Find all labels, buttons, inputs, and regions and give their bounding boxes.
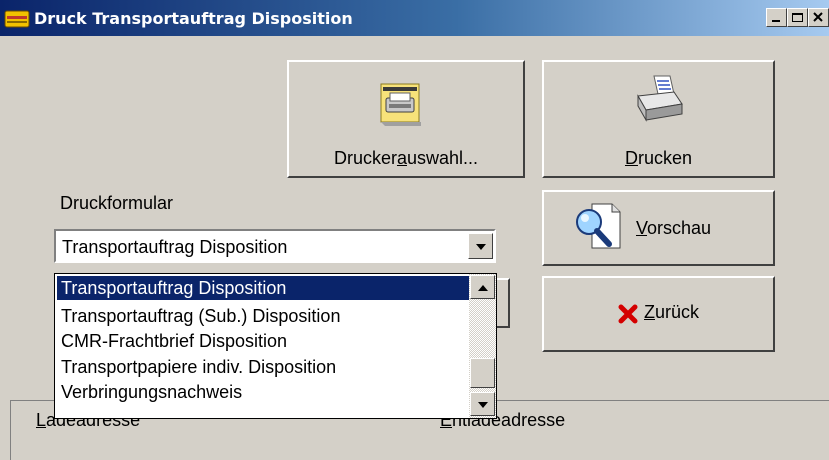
scroll-down-button[interactable] [470, 392, 495, 416]
print-form-label: Druckformular [60, 193, 174, 213]
minimize-button[interactable] [766, 8, 787, 27]
printer-select-label: Druckerauswahl... [333, 148, 479, 168]
printer-select-icon [380, 83, 421, 126]
printer-select-button[interactable]: Druckerauswahl... [287, 60, 525, 178]
chevron-down-icon [478, 402, 488, 408]
preview-button[interactable]: Vorschau [542, 190, 775, 266]
scroll-up-button[interactable] [470, 275, 495, 299]
print-label: Drucken [624, 148, 693, 168]
list-scrollbar[interactable] [469, 274, 496, 418]
list-item[interactable]: Transportauftrag Disposition [57, 276, 475, 300]
back-button[interactable]: Zurück [542, 276, 775, 352]
maximize-button[interactable] [787, 8, 808, 27]
title-bar[interactable]: Druck Transportauftrag Disposition [0, 0, 829, 36]
back-label: Zurück [644, 302, 700, 322]
print-form-combobox[interactable]: Transportauftrag Disposition [54, 229, 496, 263]
maximize-icon [792, 13, 803, 22]
printer-icon [637, 75, 683, 122]
app-icon [4, 10, 30, 28]
print-form-dropdown-list[interactable]: Transportauftrag Disposition Transportau… [54, 273, 497, 419]
window-title: Druck Transportauftrag Disposition [34, 9, 353, 28]
print-form-selected-value: Transportauftrag Disposition [62, 237, 288, 257]
scroll-thumb[interactable] [470, 358, 495, 388]
cancel-x-icon [618, 304, 638, 324]
preview-magnifier-icon [576, 203, 621, 249]
minimize-icon [772, 20, 780, 22]
list-item[interactable]: Transportpapiere indiv. Disposition [57, 355, 475, 379]
list-item[interactable]: Transportauftrag (Sub.) Disposition [57, 304, 475, 328]
print-button[interactable]: Drucken [542, 60, 775, 178]
list-item[interactable]: Verbringungsnachweis [57, 380, 475, 404]
chevron-up-icon [478, 285, 488, 291]
dropdown-toggle-button[interactable] [468, 233, 493, 259]
close-icon [813, 12, 823, 22]
preview-label: Vorschau [636, 218, 712, 238]
list-item[interactable]: CMR-Frachtbrief Disposition [57, 329, 475, 353]
chevron-down-icon [476, 244, 486, 250]
close-button[interactable] [808, 8, 829, 27]
